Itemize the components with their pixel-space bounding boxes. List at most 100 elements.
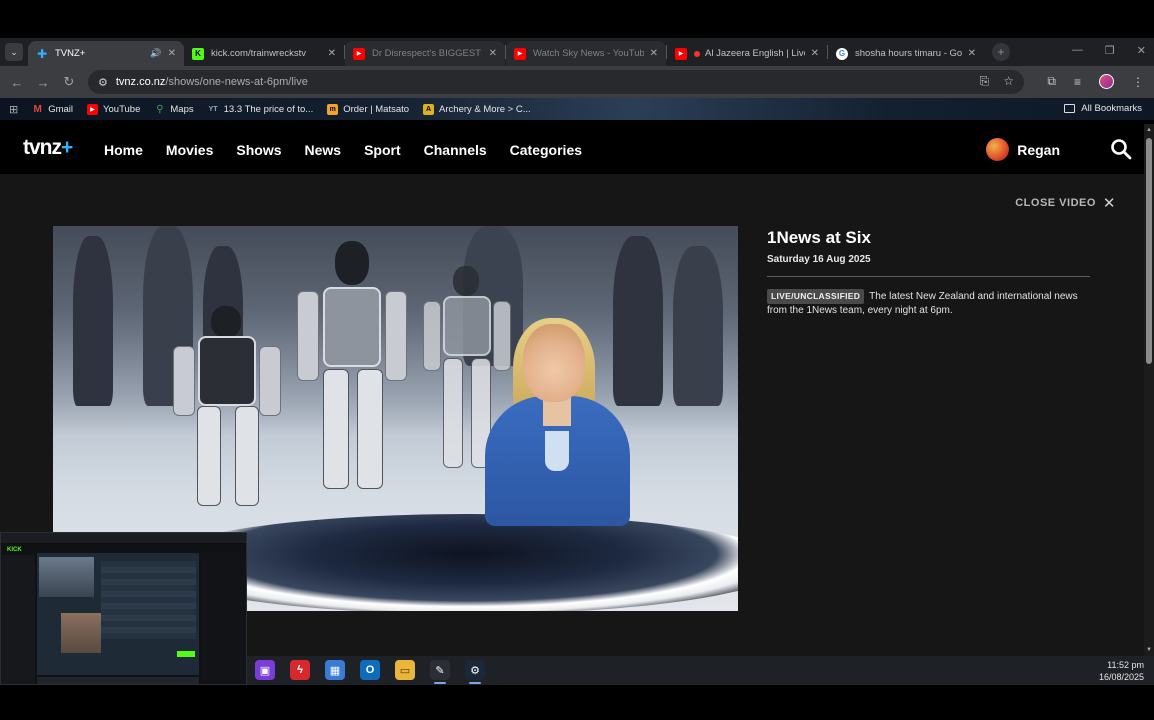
window-controls: — ❐ ✕ <box>1072 44 1146 57</box>
bookmark-gmail[interactable]: M Gmail <box>32 104 73 115</box>
live-dot-icon <box>694 50 700 57</box>
nav-categories[interactable]: Categories <box>510 142 582 158</box>
nav-sport[interactable]: Sport <box>364 142 401 158</box>
tab-tvnz[interactable]: ✚ TVNZ+ 🔊 ✕ <box>28 41 184 66</box>
tab-google-search[interactable]: G shosha hours timaru - Goog ✕ <box>828 41 984 66</box>
apps-grid-icon[interactable]: ⊞ <box>9 103 18 116</box>
tab-search-button[interactable]: ⌄ <box>5 43 23 61</box>
pip-chat <box>201 553 246 684</box>
user-name: Regan <box>1017 141 1060 158</box>
close-video-button[interactable]: CLOSE VIDEO ✕ <box>1015 194 1116 212</box>
tab-strip: ⌄ ✚ TVNZ+ 🔊 ✕ K kick.com/trainwreckstv ✕… <box>0 38 1154 66</box>
kick-icon: K <box>192 47 204 60</box>
microsoft-store-icon[interactable]: ▦ <box>325 660 345 680</box>
pip-stream-window[interactable]: KICK <box>0 532 247 685</box>
file-explorer-icon[interactable]: ▭ <box>395 660 415 680</box>
tab-title: Al Jazeera English | Live <box>705 48 805 59</box>
profile-avatar[interactable] <box>1099 74 1114 89</box>
folder-icon <box>1064 104 1076 113</box>
pip-webcam <box>61 613 101 653</box>
bookmark-icon: m <box>327 103 339 115</box>
tab-title: Watch Sky News - YouTube <box>533 48 644 59</box>
kick-logo: KICK <box>7 547 22 553</box>
steam-icon[interactable]: ⚙ <box>465 660 485 684</box>
youtube-icon: ▶ <box>675 47 687 60</box>
bottom-black-bar <box>0 685 1154 720</box>
bookmark-matsato[interactable]: m Order | Matsato <box>327 103 409 115</box>
lightning-app-icon[interactable]: ϟ <box>290 660 310 680</box>
gmail-icon: M <box>33 103 42 115</box>
tab-sky-news[interactable]: ▶ Watch Sky News - YouTube ✕ <box>506 41 666 66</box>
divider <box>767 276 1090 277</box>
scroll-up-icon[interactable]: ▲ <box>1146 127 1152 133</box>
tab-title: shosha hours timaru - Goog <box>855 48 962 59</box>
search-icon[interactable] <box>1110 138 1132 160</box>
tvnz-plus-icon: ✚ <box>36 46 48 61</box>
back-icon[interactable]: ← <box>4 75 30 90</box>
new-tab-button[interactable]: + <box>992 43 1010 61</box>
address-bar[interactable]: ⚙ tvnz.co.nz/shows/one-news-at-6pm/live … <box>88 70 1024 94</box>
scrollbar-thumb[interactable] <box>1146 138 1152 364</box>
nav-shows[interactable]: Shows <box>236 142 281 158</box>
bookmark-star-icon[interactable]: ☆ <box>1003 74 1014 89</box>
bookmark-icon: A <box>423 103 435 115</box>
close-icon: ✕ <box>1102 195 1116 212</box>
system-clock[interactable]: 11:52 pm 16/08/2025 <box>1099 659 1144 683</box>
maps-icon: ⚲ <box>156 103 164 115</box>
all-bookmarks-button[interactable]: All Bookmarks <box>1064 103 1142 114</box>
browser-menu-icon[interactable]: ⋮ <box>1132 75 1144 89</box>
clock-date: 16/08/2025 <box>1098 672 1144 682</box>
nav-movies[interactable]: Movies <box>166 142 213 158</box>
site-header: tvnz+ Home Movies Shows News Sport Chann… <box>0 124 1144 174</box>
scroll-down-icon[interactable]: ▼ <box>1146 647 1152 653</box>
close-tab-icon[interactable]: ✕ <box>168 48 176 59</box>
install-app-icon[interactable]: ⎘ <box>980 74 990 89</box>
main-nav: Home Movies Shows News Sport Channels Ca… <box>104 142 605 158</box>
top-black-bar <box>0 0 1154 38</box>
nav-home[interactable]: Home <box>104 142 143 158</box>
bookmark-youtube[interactable]: ▶ YouTube <box>87 103 140 115</box>
media-controls-icon[interactable]: ≡ <box>1074 75 1081 89</box>
bookmark-price[interactable]: YT 13.3 The price of to... <box>208 104 314 115</box>
tool-icon[interactable]: ✎ <box>430 660 450 684</box>
close-tab-icon[interactable]: ✕ <box>489 48 497 59</box>
clock-time: 11:52 pm <box>1107 660 1144 670</box>
bookmark-maps[interactable]: ⚲ Maps <box>154 104 193 115</box>
site-settings-icon[interactable]: ⚙ <box>98 76 108 89</box>
speaker-icon[interactable]: 🔊 <box>150 48 161 59</box>
reload-icon[interactable]: ↻ <box>56 74 82 90</box>
outlook-icon[interactable]: O <box>360 660 380 680</box>
classification-badge: LIVE/UNCLASSIFIED <box>767 289 865 304</box>
bookmark-archery[interactable]: A Archery & More > C... <box>423 103 531 115</box>
url-path: /shows/one-news-at-6pm/live <box>165 76 308 88</box>
tab-title: Dr Disrespect's BIGGEST AI <box>372 48 483 59</box>
browser-toolbar: ← → ↻ ⚙ tvnz.co.nz/shows/one-news-at-6pm… <box>0 66 1154 98</box>
minimize-icon[interactable]: — <box>1072 44 1083 57</box>
close-tab-icon[interactable]: ✕ <box>650 48 658 59</box>
youtube-icon: ▶ <box>353 47 365 60</box>
tab-title: kick.com/trainwreckstv <box>211 48 307 59</box>
tab-kick[interactable]: K kick.com/trainwreckstv ✕ <box>184 41 344 66</box>
page-scrollbar[interactable]: ▲ ▼ <box>1144 124 1154 656</box>
robot-figure <box>173 306 283 516</box>
close-tab-icon[interactable]: ✕ <box>811 48 819 59</box>
nav-news[interactable]: News <box>305 142 342 158</box>
user-profile-button[interactable]: Regan <box>986 138 1060 161</box>
extensions-icon[interactable]: ⧉ <box>1047 74 1056 89</box>
forward-icon[interactable]: → <box>30 75 56 90</box>
close-tab-icon[interactable]: ✕ <box>968 48 976 59</box>
youtube-icon: ▶ <box>514 47 526 60</box>
close-tab-icon[interactable]: ✕ <box>328 48 336 59</box>
pip-follow-button <box>177 651 195 657</box>
tab-al-jazeera[interactable]: ▶ Al Jazeera English | Live ✕ <box>667 41 827 66</box>
twitch-icon[interactable]: ▣ <box>255 660 275 680</box>
pip-sidebar <box>1 555 35 684</box>
show-date: Saturday 16 Aug 2025 <box>767 254 871 265</box>
tab-dr-disrespect[interactable]: ▶ Dr Disrespect's BIGGEST AI ✕ <box>345 41 505 66</box>
tvnz-logo[interactable]: tvnz+ <box>23 136 73 160</box>
maximize-icon[interactable]: ❐ <box>1105 44 1115 57</box>
nav-channels[interactable]: Channels <box>424 142 487 158</box>
avatar <box>986 138 1010 161</box>
close-window-icon[interactable]: ✕ <box>1137 44 1146 57</box>
tab-title: TVNZ+ <box>55 48 86 59</box>
